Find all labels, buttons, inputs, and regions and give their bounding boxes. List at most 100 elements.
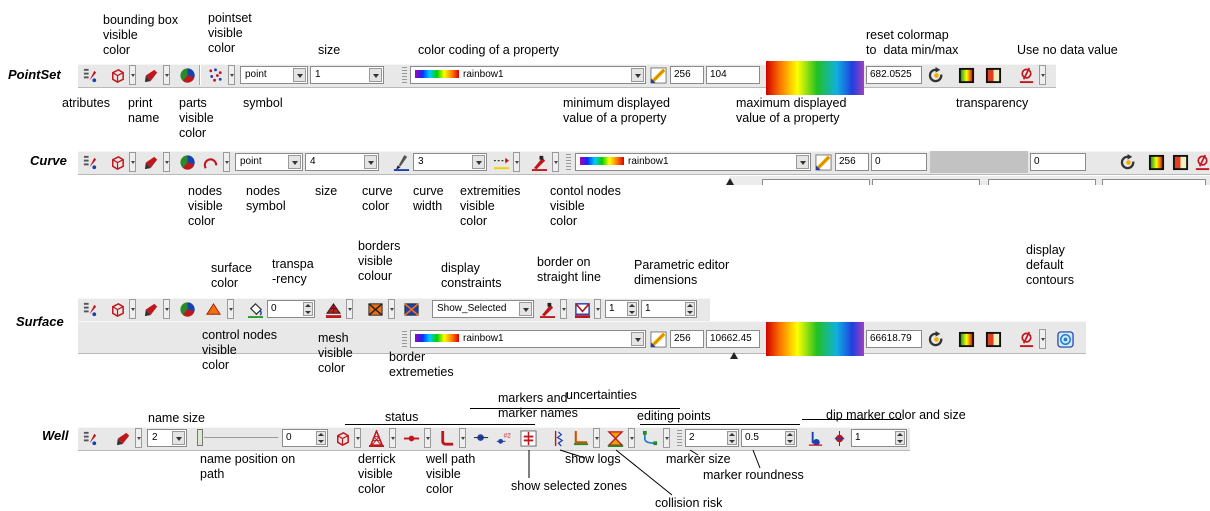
spin-icon[interactable] <box>895 431 905 445</box>
edit-colormap-button[interactable] <box>813 152 833 172</box>
symbol-select[interactable]: point <box>240 66 308 84</box>
chevron-down-icon[interactable] <box>796 155 809 169</box>
name-position-field[interactable]: 0 <box>282 429 328 447</box>
chevron-down-icon[interactable] <box>631 332 644 346</box>
derrick-dropdown[interactable] <box>389 428 396 448</box>
bounding-box-dropdown[interactable] <box>354 428 361 448</box>
transparency-alt-button[interactable] <box>983 65 1003 85</box>
colormap-select[interactable]: rainbow1 <box>410 66 646 84</box>
uncertainties-button[interactable] <box>570 428 590 448</box>
min-value-field[interactable]: 10662.45 <box>706 330 760 348</box>
spin-icon[interactable] <box>727 431 737 445</box>
constraints-select[interactable]: Show_Selected <box>432 300 534 318</box>
parts-color-icon[interactable] <box>177 152 197 172</box>
attributes-button[interactable] <box>80 152 100 172</box>
bounding-box-dropdown[interactable] <box>129 65 136 85</box>
attributes-button[interactable] <box>80 65 100 85</box>
borders-color-button[interactable] <box>401 299 421 319</box>
toolbar-grip[interactable] <box>566 154 571 172</box>
pointset-color-button[interactable] <box>205 65 225 85</box>
border-straight-dropdown[interactable] <box>560 299 567 319</box>
print-name-button[interactable] <box>141 299 161 319</box>
min-value-field[interactable]: 104 <box>706 66 760 84</box>
collision-risk-button[interactable] <box>605 428 625 448</box>
show-selected-zones-button[interactable] <box>518 428 538 448</box>
status-button[interactable] <box>401 428 421 448</box>
print-name-button[interactable] <box>141 152 161 172</box>
reset-colormap-button[interactable] <box>1118 152 1138 172</box>
toolbar-grip[interactable] <box>402 67 407 85</box>
well-path-color-button[interactable] <box>436 428 456 448</box>
spin-icon[interactable] <box>303 302 313 316</box>
no-data-dropdown[interactable] <box>1039 329 1046 349</box>
no-data-value-button[interactable] <box>1192 152 1210 172</box>
colormap-select[interactable]: rainbow1 <box>575 153 811 171</box>
edit-colormap-button[interactable] <box>648 329 668 349</box>
chevron-down-icon[interactable] <box>172 431 185 445</box>
surface-transparency-field[interactable]: 0 <box>267 300 315 318</box>
colormap-select[interactable]: rainbow1 <box>410 330 646 348</box>
editing-points-dropdown[interactable] <box>663 428 670 448</box>
chevron-down-icon[interactable] <box>519 302 532 316</box>
mesh-color-button[interactable] <box>323 299 343 319</box>
mesh-dropdown[interactable] <box>346 299 353 319</box>
spin-icon[interactable] <box>785 431 795 445</box>
transparency-button[interactable] <box>956 65 976 85</box>
edit-colormap-button[interactable] <box>648 65 668 85</box>
parametric-v-field[interactable]: 1 <box>641 300 697 318</box>
surface-color-button[interactable] <box>245 299 265 319</box>
spin-icon[interactable] <box>316 431 326 445</box>
chevron-down-icon[interactable] <box>364 155 377 169</box>
colors-count-field[interactable]: 256 <box>835 153 869 171</box>
toolbar-grip[interactable] <box>402 331 407 349</box>
reset-colormap-button[interactable] <box>926 329 946 349</box>
name-position-slider-track[interactable] <box>204 437 278 438</box>
chevron-down-icon[interactable] <box>631 68 644 82</box>
bounding-box-dropdown[interactable] <box>129 152 136 172</box>
parts-color-icon[interactable] <box>177 299 197 319</box>
name-size-select[interactable]: 2 <box>147 429 187 447</box>
no-data-dropdown[interactable] <box>1039 65 1046 85</box>
control-nodes-dropdown[interactable] <box>227 299 234 319</box>
transparency-button[interactable] <box>956 329 976 349</box>
bounding-box-dropdown[interactable] <box>129 299 136 319</box>
show-logs-button[interactable] <box>547 428 567 448</box>
chevron-down-icon[interactable] <box>472 155 485 169</box>
attributes-button[interactable] <box>80 299 100 319</box>
attributes-button[interactable] <box>80 428 100 448</box>
toolbar-grip[interactable] <box>677 430 682 448</box>
bounding-box-button[interactable] <box>107 65 127 85</box>
no-data-value-button[interactable] <box>1016 329 1036 349</box>
dip-marker-size-field[interactable]: 1 <box>851 429 907 447</box>
nodes-size-select[interactable]: 4 <box>305 153 379 171</box>
reset-colormap-button[interactable] <box>926 65 946 85</box>
no-data-value-button[interactable] <box>1016 65 1036 85</box>
chevron-down-icon[interactable] <box>293 68 306 82</box>
spin-icon[interactable] <box>627 302 637 316</box>
pointset-color-dropdown[interactable] <box>228 65 235 85</box>
parametric-u-field[interactable]: 1 <box>605 300 639 318</box>
well-path-dropdown[interactable] <box>459 428 466 448</box>
print-name-button[interactable] <box>141 65 161 85</box>
bounding-box-button[interactable] <box>107 299 127 319</box>
bounding-box-button[interactable] <box>107 152 127 172</box>
marker-size-field[interactable]: 2 <box>685 429 739 447</box>
nodes-symbol-select[interactable]: point <box>235 153 303 171</box>
uncertainties-dropdown[interactable] <box>593 428 600 448</box>
spin-icon[interactable] <box>685 302 695 316</box>
print-name-button[interactable] <box>113 428 133 448</box>
border-extremeties-dropdown[interactable] <box>388 299 395 319</box>
size-select[interactable]: 1 <box>310 66 384 84</box>
dip-marker-color-button[interactable] <box>805 428 825 448</box>
control-nodes-color-button[interactable] <box>203 299 223 319</box>
nodes-color-dropdown[interactable] <box>223 152 230 172</box>
curve-color-button[interactable] <box>391 152 411 172</box>
dip-marker-size-button[interactable] <box>829 428 849 448</box>
editing-points-button[interactable] <box>640 428 660 448</box>
marker-roundness-field[interactable]: 0.5 <box>741 429 797 447</box>
extremities-dropdown[interactable] <box>513 152 520 172</box>
status-dropdown[interactable] <box>424 428 431 448</box>
border-straight-button[interactable] <box>537 299 557 319</box>
default-contours-button[interactable] <box>1055 329 1075 349</box>
max-value-field[interactable]: 682.0525 <box>866 66 922 84</box>
